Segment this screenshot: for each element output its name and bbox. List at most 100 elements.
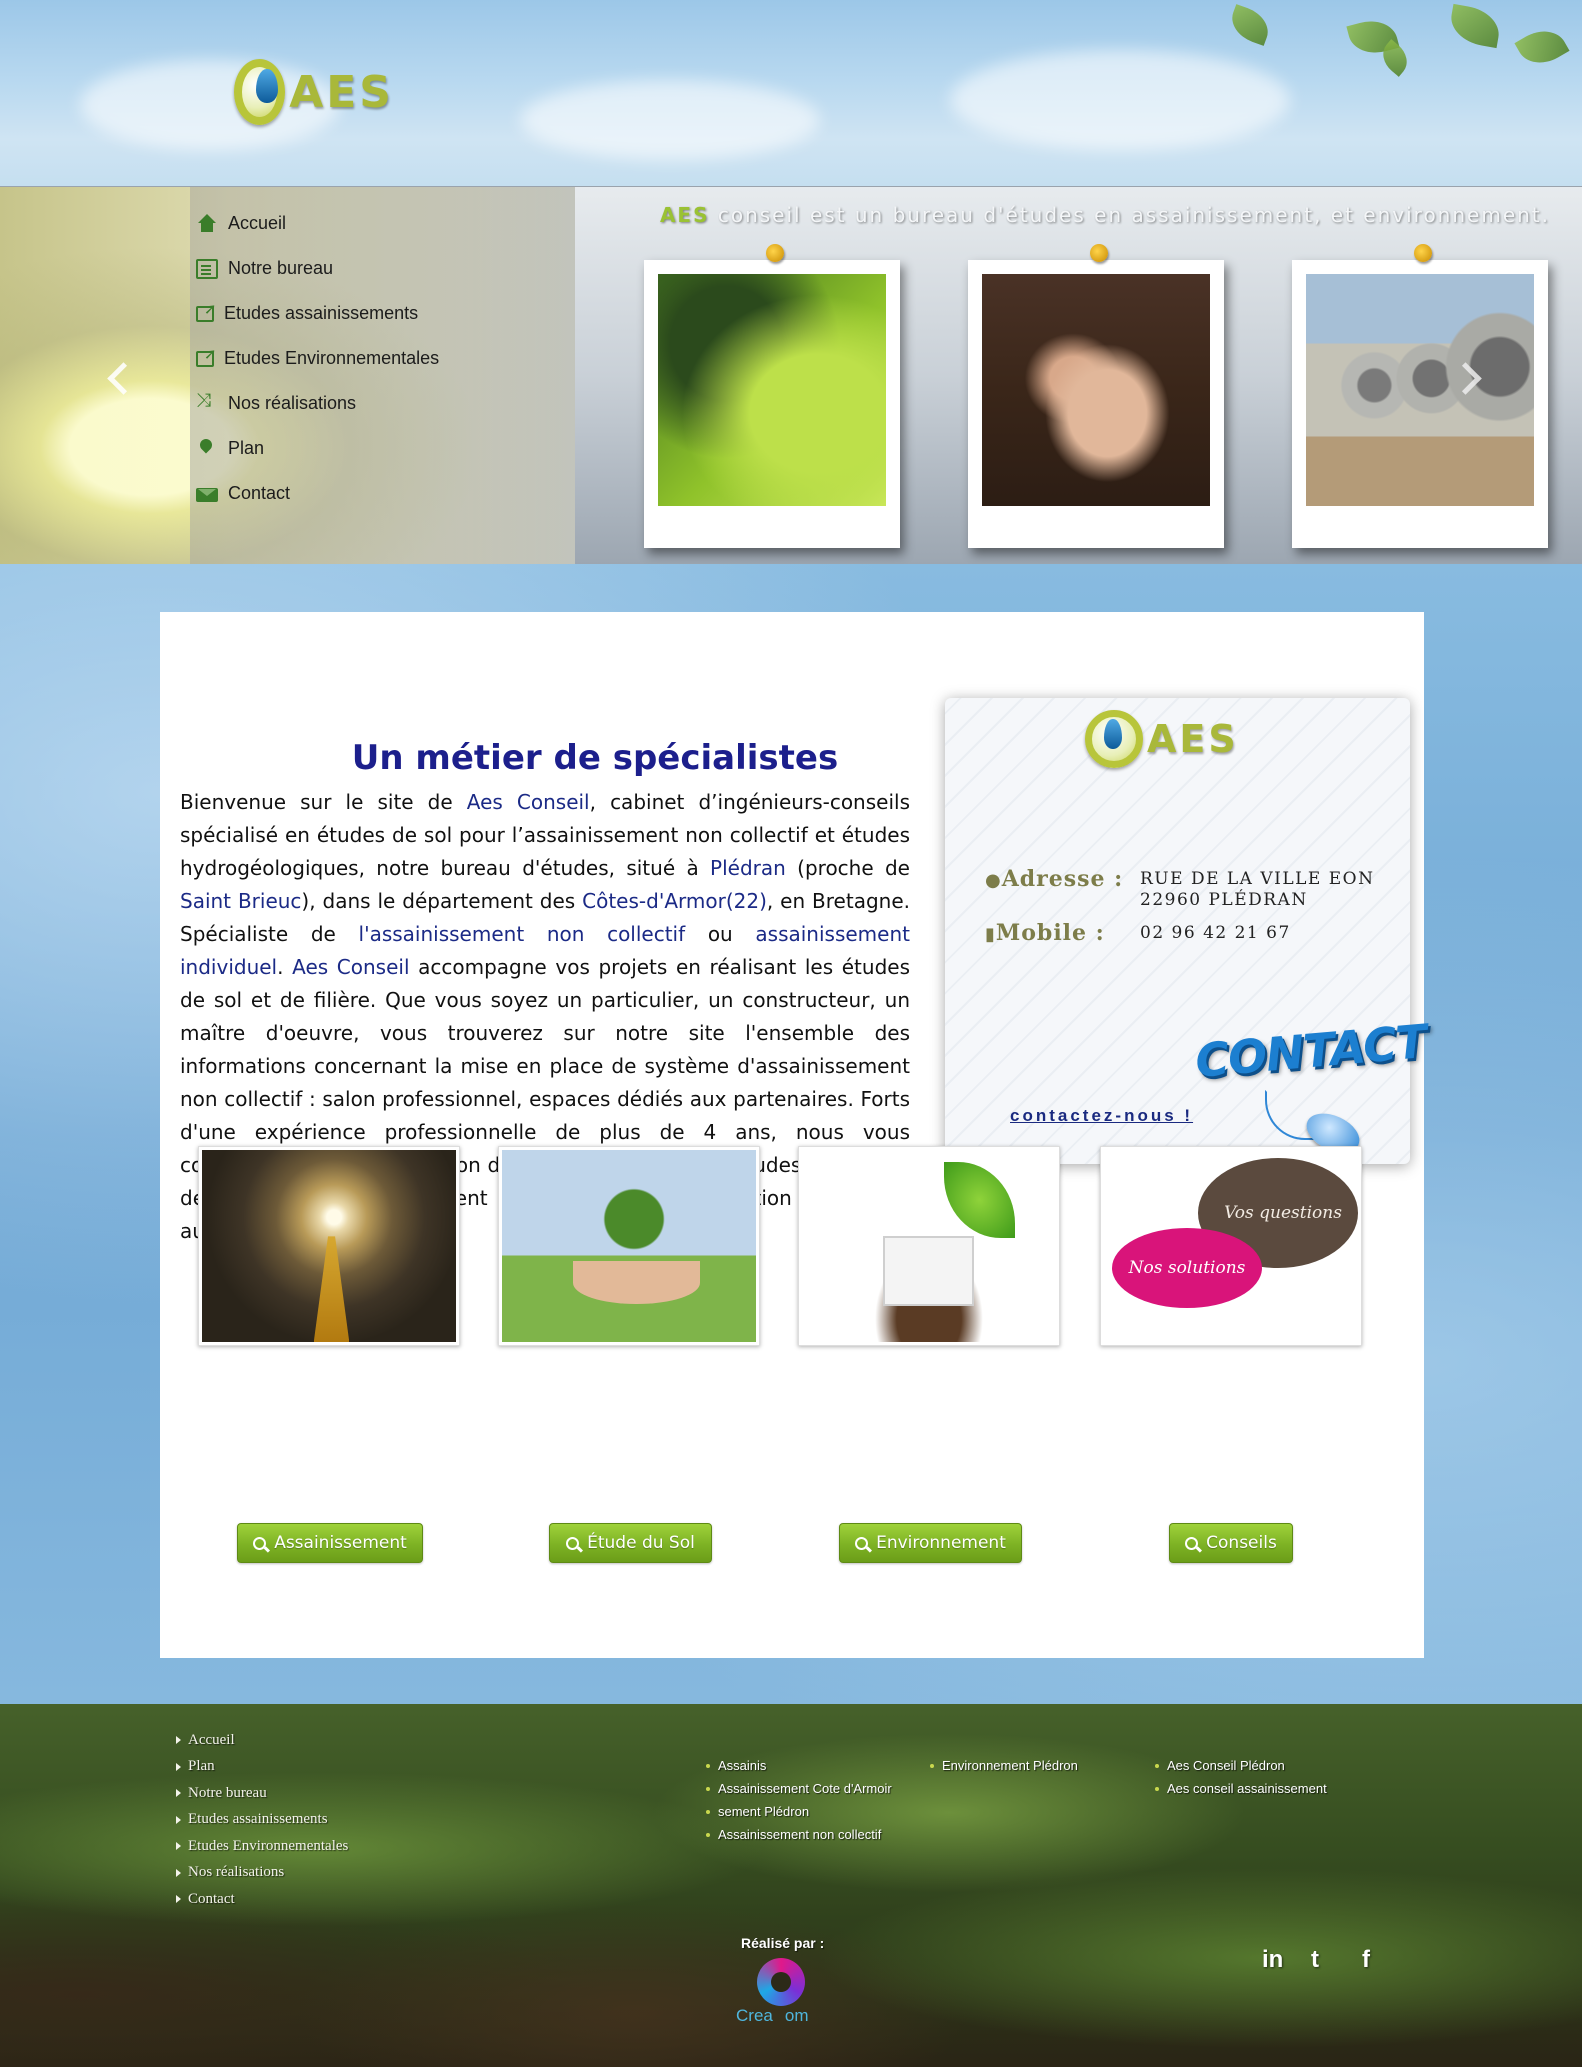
mobile-value: 02 96 42 21 67 bbox=[1140, 923, 1291, 943]
intro-text-segment: (proche de bbox=[785, 856, 910, 880]
chevron-left-icon[interactable] bbox=[104, 359, 134, 399]
water-drop-icon bbox=[256, 69, 278, 103]
button-label: Environnement bbox=[876, 1533, 1006, 1553]
link-cotes-darmor[interactable]: Côtes-d'Armor(22) bbox=[582, 889, 767, 913]
link-assainissement-non-collectif[interactable]: l'assainissement non collectif bbox=[359, 922, 686, 946]
link-aes-conseil[interactable]: Aes Conseil bbox=[467, 790, 590, 814]
link-aes-conseil-2[interactable]: Aes Conseil bbox=[292, 955, 409, 979]
footer-link[interactable]: Aes conseil assainissement bbox=[1155, 1777, 1327, 1800]
slider-tagline: AES conseil est un bureau d'études en as… bbox=[630, 203, 1550, 227]
leaf-decoration bbox=[1226, 4, 1274, 46]
twitter-icon[interactable]: t bbox=[1311, 1946, 1319, 1974]
intro-text-segment: Bienvenue sur le site de bbox=[180, 790, 467, 814]
creacom-logo-icon[interactable] bbox=[757, 1958, 805, 2006]
pushpin-icon bbox=[1414, 244, 1432, 262]
external-link-icon bbox=[196, 345, 217, 367]
nav-item-nos-realisations[interactable]: Nos réalisations bbox=[190, 381, 575, 426]
creacom-logo-text[interactable]: Crea om bbox=[736, 2006, 808, 2026]
envelope-icon bbox=[196, 488, 218, 502]
service-thumb-etude-sol[interactable] bbox=[498, 1146, 760, 1346]
cloud-decoration bbox=[520, 80, 820, 160]
nav-item-label: Plan bbox=[228, 438, 265, 458]
service-thumb-assainissement[interactable] bbox=[198, 1146, 460, 1346]
service-thumb-conseils[interactable]: Vos questions Nos solutions bbox=[1100, 1146, 1362, 1346]
footer-nav: Accueil Plan Notre bureau Etudes assaini… bbox=[176, 1727, 348, 1913]
mobile-row: ▮Mobile : 02 96 42 21 67 bbox=[985, 920, 1291, 946]
link-saint-brieuc[interactable]: Saint Brieuc bbox=[180, 889, 301, 913]
footer-links-col-2: Environnement Plédron bbox=[930, 1754, 1078, 1777]
slide-photo-pipes bbox=[1292, 244, 1548, 548]
footer-link[interactable]: sement Plédron bbox=[706, 1800, 892, 1823]
pushpin-icon bbox=[766, 244, 784, 262]
leaf-decoration bbox=[1514, 21, 1570, 73]
link-pledran[interactable]: Plédran bbox=[710, 856, 786, 880]
nav-item-etudes-assainissements[interactable]: Etudes assainissements bbox=[190, 291, 575, 336]
bubble-solutions: Nos solutions bbox=[1112, 1228, 1262, 1308]
creacom-prefix: Crea bbox=[736, 2006, 773, 2025]
search-icon bbox=[253, 1536, 267, 1550]
slide-photo-soil bbox=[968, 244, 1224, 548]
footer-nav-item[interactable]: Accueil bbox=[176, 1727, 348, 1754]
ginkgo-leaf-image bbox=[658, 274, 886, 506]
service-thumb-environnement[interactable] bbox=[798, 1146, 1060, 1346]
nav-item-accueil[interactable]: Accueil bbox=[190, 201, 575, 246]
nav-item-etudes-environnementales[interactable]: Etudes Environnementales bbox=[190, 336, 575, 381]
soil-hands-image bbox=[982, 274, 1210, 506]
tree-in-hand-image bbox=[502, 1150, 756, 1342]
footer-link[interactable]: Assainissement Cote d'Armoir bbox=[706, 1777, 892, 1800]
environnement-button[interactable]: Environnement bbox=[839, 1523, 1022, 1563]
footer-nav-item[interactable]: Plan bbox=[176, 1754, 348, 1781]
mobile-phone-icon: ▮ bbox=[985, 924, 996, 945]
shuffle-icon bbox=[196, 390, 218, 414]
contact-us-link[interactable]: contactez-nous ! bbox=[1010, 1106, 1193, 1126]
address-value: RUE DE LA VILLE EON 22960 PLÉDRAN bbox=[1140, 866, 1374, 911]
address-line-1: RUE DE LA VILLE EON bbox=[1140, 869, 1375, 889]
creacom-suffix: om bbox=[784, 2006, 809, 2025]
footer-link[interactable]: Environnement Plédron bbox=[930, 1754, 1078, 1777]
main-nav: Accueil Notre bureau Etudes assainisseme… bbox=[190, 187, 575, 564]
button-label: Assainissement bbox=[274, 1533, 407, 1553]
card-logo-text: AES bbox=[1147, 717, 1239, 761]
pipe-tunnel-image bbox=[202, 1150, 456, 1342]
footer-link[interactable]: Assainissement non collectif bbox=[706, 1823, 892, 1846]
nav-item-notre-bureau[interactable]: Notre bureau bbox=[190, 246, 575, 291]
footer-nav-item[interactable]: Nos réalisations bbox=[176, 1860, 348, 1887]
assainissement-button[interactable]: Assainissement bbox=[237, 1523, 423, 1563]
footer-link[interactable]: Aes Conseil Plédron bbox=[1155, 1754, 1327, 1777]
tagline-text: conseil est un bureau d'études en assain… bbox=[709, 203, 1550, 227]
page-title: Un métier de spécialistes bbox=[351, 738, 839, 778]
footer-nav-item[interactable]: Contact bbox=[176, 1886, 348, 1913]
etude-du-sol-button[interactable]: Étude du Sol bbox=[549, 1523, 712, 1563]
footer-nav-item[interactable]: Etudes Environnementales bbox=[176, 1833, 348, 1860]
chevron-right-icon[interactable] bbox=[1452, 359, 1482, 399]
search-icon bbox=[855, 1536, 869, 1550]
conseils-button[interactable]: Conseils bbox=[1169, 1523, 1293, 1563]
document-icon bbox=[196, 258, 218, 279]
mobile-label-text: Mobile : bbox=[995, 920, 1105, 946]
search-icon bbox=[566, 1536, 580, 1550]
facebook-icon[interactable]: f bbox=[1362, 1946, 1370, 1974]
nav-item-label: Contact bbox=[228, 483, 291, 503]
site-logo[interactable]: AES bbox=[234, 52, 394, 132]
nav-item-label: Notre bureau bbox=[228, 258, 334, 278]
external-link-icon bbox=[196, 300, 217, 322]
tagline-brand: AES bbox=[659, 203, 710, 227]
linkedin-icon[interactable]: in bbox=[1262, 1946, 1283, 1974]
card-logo: AES bbox=[1085, 710, 1239, 768]
contact-graphic-text[interactable]: CONTACT bbox=[1193, 1014, 1428, 1088]
map-marker-icon: ● bbox=[985, 870, 1002, 891]
leaf-decoration bbox=[1447, 3, 1503, 49]
intro-text-segment: . bbox=[277, 955, 293, 979]
footer-link[interactable]: Assainis bbox=[706, 1754, 892, 1777]
footer-nav-item[interactable]: Etudes assainissements bbox=[176, 1807, 348, 1834]
logo-text: AES bbox=[289, 66, 394, 118]
footer-nav-item[interactable]: Notre bureau bbox=[176, 1780, 348, 1807]
address-line-2: 22960 PLÉDRAN bbox=[1140, 890, 1308, 910]
logo-ring-icon bbox=[1085, 710, 1143, 768]
address-label: ●Adresse : bbox=[985, 866, 1140, 892]
map-marker-icon bbox=[196, 439, 218, 459]
nav-item-plan[interactable]: Plan bbox=[190, 426, 575, 471]
nav-item-contact[interactable]: Contact bbox=[190, 471, 575, 516]
site-footer: Accueil Plan Notre bureau Etudes assaini… bbox=[0, 1704, 1582, 2067]
nav-item-label: Accueil bbox=[228, 213, 287, 233]
